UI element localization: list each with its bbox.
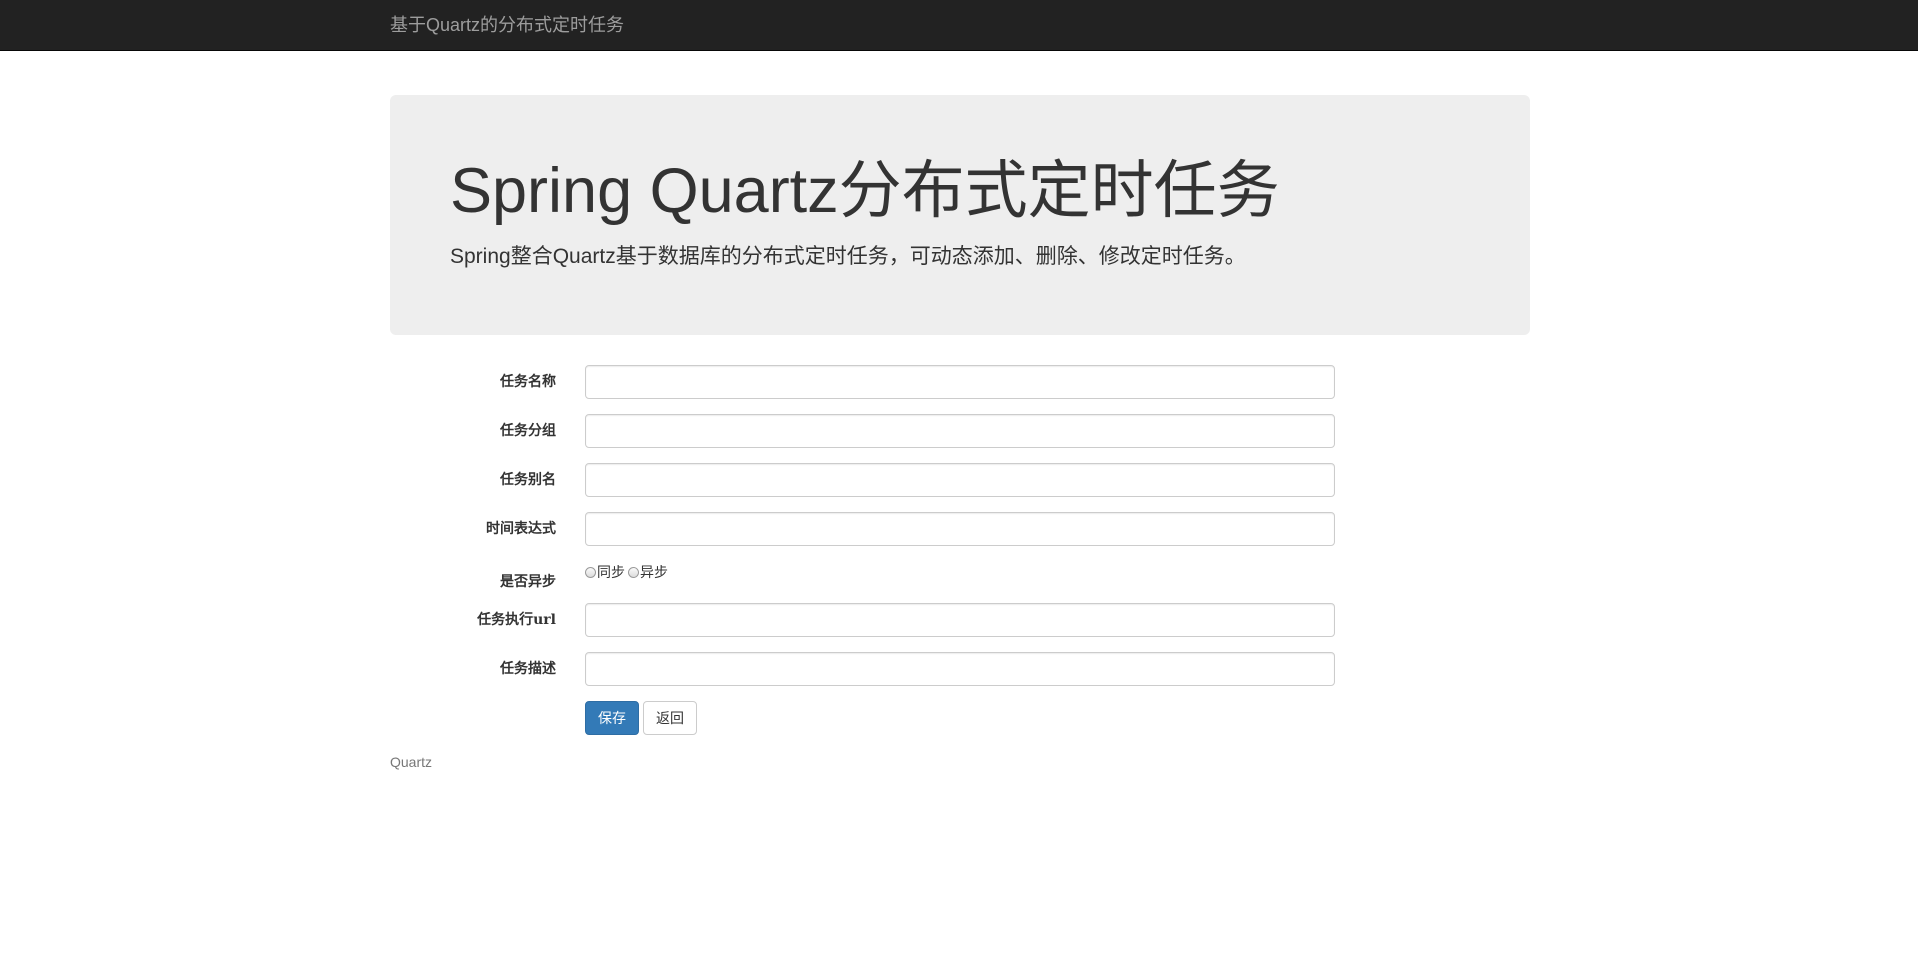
- async-label: 是否异步: [500, 574, 556, 590]
- form-row-job-alias: 任务别名: [390, 463, 1530, 497]
- jumbotron-banner: Spring Quartz分布式定时任务 Spring整合Quartz基于数据库…: [390, 95, 1530, 335]
- back-button[interactable]: 返回: [643, 701, 697, 735]
- job-alias-label: 任务别名: [500, 472, 556, 488]
- form-row-cron: 时间表达式: [390, 512, 1530, 546]
- job-url-input[interactable]: [585, 603, 1335, 637]
- navbar-brand-link[interactable]: 基于Quartz的分布式定时任务: [390, 14, 624, 36]
- job-name-input[interactable]: [585, 365, 1335, 399]
- job-description-label: 任务描述: [500, 661, 556, 677]
- async-radio-option[interactable]: 异步: [628, 562, 668, 582]
- top-navbar: 基于Quartz的分布式定时任务: [0, 0, 1918, 51]
- cron-expression-input[interactable]: [585, 512, 1335, 546]
- sync-radio-option[interactable]: 同步: [585, 562, 625, 582]
- job-description-input[interactable]: [585, 652, 1335, 686]
- async-radio-button[interactable]: [628, 566, 639, 578]
- form-row-async: 是否异步 同步 异步: [390, 561, 1530, 595]
- async-radio-label: 异步: [640, 565, 668, 581]
- form-row-job-group: 任务分组: [390, 414, 1530, 448]
- form-actions: 保存 返回: [390, 701, 1530, 735]
- job-group-input[interactable]: [585, 414, 1335, 448]
- page-title: Spring Quartz分布式定时任务: [450, 156, 1280, 226]
- page-subtitle: Spring整合Quartz基于数据库的分布式定时任务，可动态添加、删除、修改定…: [450, 245, 1246, 268]
- form-row-url: 任务执行url: [390, 603, 1530, 637]
- sync-radio-label: 同步: [597, 565, 625, 581]
- form-row-description: 任务描述: [390, 652, 1530, 686]
- form-row-job-name: 任务名称: [390, 365, 1530, 399]
- save-button[interactable]: 保存: [585, 701, 639, 735]
- job-group-label: 任务分组: [500, 423, 556, 439]
- job-name-label: 任务名称: [500, 374, 556, 390]
- async-radio-group: 同步 异步: [585, 561, 671, 596]
- footer-text: Quartz: [390, 754, 433, 770]
- job-url-label: 任务执行url: [477, 612, 556, 628]
- cron-expression-label: 时间表达式: [486, 521, 556, 537]
- job-alias-input[interactable]: [585, 463, 1335, 497]
- sync-radio-button[interactable]: [585, 566, 596, 578]
